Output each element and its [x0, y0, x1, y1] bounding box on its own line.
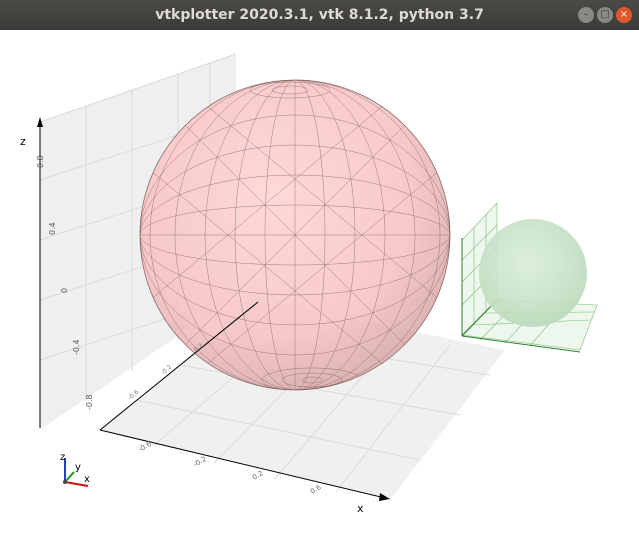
z-tick-label: -0.4: [72, 339, 81, 355]
z-tick-label: 0: [60, 288, 69, 293]
orientation-z-label: z: [60, 452, 65, 463]
x-tick-label: 0.6: [309, 483, 323, 496]
small-sphere[interactable]: [479, 219, 587, 327]
x-axis-title: x: [357, 502, 364, 515]
x-tick-label: -0.2: [192, 455, 208, 469]
z-axis-title: z: [20, 135, 26, 148]
orientation-widget[interactable]: z y x: [60, 452, 90, 487]
z-tick-label: -0.8: [85, 394, 94, 410]
window-titlebar: vtkplotter 2020.3.1, vtk 8.1.2, python 3…: [0, 0, 639, 30]
x-tick-label: 0.2: [251, 469, 265, 481]
render-viewport[interactable]: z x 0.8 0.4 0 -0.4 -0.8 -0.6 -0.2 0.2 0.…: [0, 30, 639, 534]
z-tick-label: 0.4: [48, 222, 57, 235]
window-title: vtkplotter 2020.3.1, vtk 8.1.2, python 3…: [155, 7, 484, 23]
orientation-x-label: x: [84, 474, 90, 485]
z-tick-label: 0.8: [36, 155, 45, 168]
scene-svg: z x 0.8 0.4 0 -0.4 -0.8 -0.6 -0.2 0.2 0.…: [20, 53, 598, 515]
orientation-y-label: y: [75, 462, 81, 473]
close-button[interactable]: ×: [616, 7, 632, 23]
maximize-button[interactable]: □: [597, 7, 613, 23]
minimize-button[interactable]: –: [578, 7, 594, 23]
